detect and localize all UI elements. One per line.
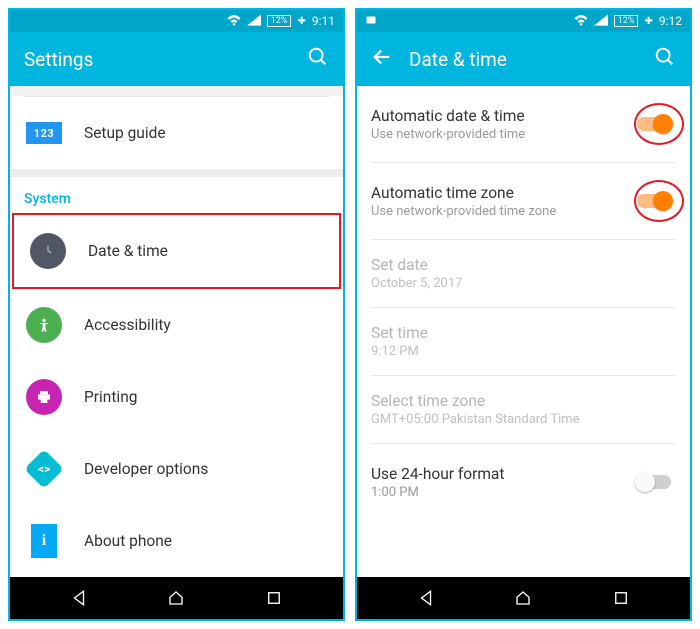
about-phone-icon: i bbox=[31, 524, 57, 558]
battery-indicator: 12% bbox=[267, 15, 292, 27]
app-bar: Settings bbox=[10, 32, 343, 86]
clock-text: 9:12 bbox=[659, 14, 682, 28]
item-subtext: 1:00 PM bbox=[371, 485, 504, 500]
item-about-phone[interactable]: i About phone bbox=[10, 505, 343, 577]
item-setup-guide[interactable]: 123 Setup guide bbox=[10, 97, 343, 169]
search-icon[interactable] bbox=[654, 46, 676, 72]
item-auto-time-zone[interactable]: Automatic time zone Use network-provided… bbox=[357, 163, 690, 239]
item-label: Use 24-hour format bbox=[371, 465, 504, 483]
section-header-system: System bbox=[10, 177, 343, 213]
wifi-icon bbox=[574, 14, 588, 29]
app-bar: Date & time bbox=[357, 32, 690, 86]
clock-text: 9:11 bbox=[312, 14, 335, 28]
toggle-switch[interactable] bbox=[637, 475, 671, 489]
nav-back-button[interactable] bbox=[67, 586, 91, 610]
appbar-title: Date & time bbox=[409, 48, 638, 71]
screenshot-icon bbox=[365, 14, 377, 29]
item-subtext: Use network-provided time bbox=[371, 127, 525, 142]
item-subtext: 9:12 PM bbox=[371, 344, 428, 359]
phone-left-settings: 12% ✚ 9:11 Settings 123 Setup guide Syst… bbox=[8, 8, 345, 621]
item-set-date: Set date October 5, 2017 bbox=[357, 240, 690, 307]
nav-home-button[interactable] bbox=[511, 586, 535, 610]
item-select-time-zone: Select time zone GMT+05:00 Pakistan Stan… bbox=[357, 376, 690, 443]
accessibility-icon bbox=[26, 307, 62, 343]
item-label: Automatic date & time bbox=[371, 107, 525, 125]
phone-right-datetime: 12% ✚ 9:12 Date & time Automatic date & … bbox=[355, 8, 692, 621]
printer-icon bbox=[26, 379, 62, 415]
item-label: Setup guide bbox=[84, 124, 166, 142]
annotation-circle bbox=[634, 103, 684, 145]
item-date-time[interactable]: Date & time bbox=[12, 213, 341, 289]
item-auto-date-time[interactable]: Automatic date & time Use network-provid… bbox=[357, 86, 690, 162]
settings-content: 123 Setup guide System Date & time Acces… bbox=[10, 86, 343, 577]
navigation-bar bbox=[357, 577, 690, 619]
item-label: Set time bbox=[371, 324, 428, 342]
item-subtext: Use network-provided time zone bbox=[371, 204, 556, 219]
status-bar: 12% ✚ 9:12 bbox=[357, 10, 690, 32]
signal-icon bbox=[247, 14, 261, 29]
signal-icon bbox=[594, 14, 608, 29]
annotation-circle bbox=[634, 180, 684, 222]
search-icon[interactable] bbox=[307, 46, 329, 72]
item-set-time: Set time 9:12 PM bbox=[357, 308, 690, 375]
nav-back-button[interactable] bbox=[414, 586, 438, 610]
item-label: Set date bbox=[371, 256, 462, 274]
item-label: Printing bbox=[84, 388, 137, 406]
setup-guide-icon: 123 bbox=[26, 122, 62, 144]
back-arrow-icon[interactable] bbox=[371, 46, 393, 72]
nav-recents-button[interactable] bbox=[262, 586, 286, 610]
item-label: Accessibility bbox=[84, 316, 171, 334]
item-label: About phone bbox=[84, 532, 172, 550]
developer-icon: <> bbox=[24, 449, 64, 489]
item-printing[interactable]: Printing bbox=[10, 361, 343, 433]
item-accessibility[interactable]: Accessibility bbox=[10, 289, 343, 361]
nav-recents-button[interactable] bbox=[609, 586, 633, 610]
navigation-bar bbox=[10, 577, 343, 619]
clock-icon bbox=[30, 233, 66, 269]
status-bar: 12% ✚ 9:11 bbox=[10, 10, 343, 32]
item-label: Select time zone bbox=[371, 392, 580, 410]
battery-indicator: 12% bbox=[614, 15, 639, 27]
wifi-icon bbox=[227, 14, 241, 29]
item-developer-options[interactable]: <> Developer options bbox=[10, 433, 343, 505]
nav-home-button[interactable] bbox=[164, 586, 188, 610]
battery-plus-icon: ✚ bbox=[644, 16, 652, 27]
appbar-title: Settings bbox=[24, 48, 291, 71]
item-subtext: GMT+05:00 Pakistan Standard Time bbox=[371, 412, 580, 427]
item-label: Automatic time zone bbox=[371, 184, 556, 202]
datetime-content: Automatic date & time Use network-provid… bbox=[357, 86, 690, 577]
item-subtext: October 5, 2017 bbox=[371, 276, 462, 291]
item-label: Developer options bbox=[84, 460, 208, 478]
battery-plus-icon: ✚ bbox=[297, 16, 305, 27]
item-use-24h-format[interactable]: Use 24-hour format 1:00 PM bbox=[357, 444, 690, 520]
item-label: Date & time bbox=[88, 242, 168, 260]
